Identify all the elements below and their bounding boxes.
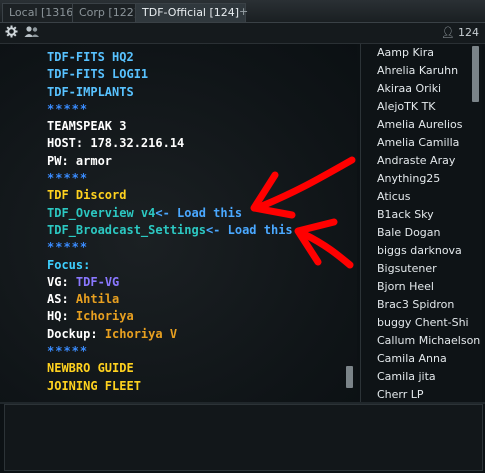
member-item[interactable]: Bjorn Heel bbox=[377, 278, 434, 296]
member-item[interactable]: Amelia Camilla bbox=[377, 134, 459, 152]
member-item[interactable]: Akiraa Oriki bbox=[377, 80, 441, 98]
focus-hq-label: HQ: bbox=[47, 309, 69, 324]
newbro-guide-link[interactable]: NEWBRO GUIDE bbox=[47, 360, 347, 377]
overview-link[interactable]: TDF_Overview v4 bbox=[47, 206, 155, 220]
channel-tab-bar: Local [1316] Corp [122] TDF-Official [12… bbox=[0, 0, 485, 23]
member-item[interactable]: AlejoTK TK bbox=[377, 98, 436, 116]
person-icon: 👤︎ bbox=[441, 26, 455, 39]
focus-as-label: AS: bbox=[47, 292, 69, 307]
member-item[interactable]: Camila jita bbox=[377, 368, 436, 386]
member-item[interactable]: Aticus bbox=[377, 188, 410, 206]
overview-note: <- Load this bbox=[155, 205, 243, 220]
member-item[interactable]: biggs darknova bbox=[377, 242, 462, 260]
focus-as-link[interactable]: Ahtila bbox=[76, 292, 119, 306]
chat-input[interactable] bbox=[4, 404, 483, 471]
focus-dockup-label: Dockup: bbox=[47, 326, 98, 341]
broadcast-settings-link[interactable]: TDF_Broadcast_Settings bbox=[47, 223, 206, 237]
broadcast-line: TDF_Broadcast_Settings<- Load this bbox=[47, 222, 347, 239]
people-icon[interactable] bbox=[24, 25, 40, 42]
chat-toolbar: 👤︎ 124 bbox=[0, 23, 485, 44]
member-item[interactable]: buggy Chent-Shi bbox=[377, 314, 469, 332]
focus-vg: VG: TDF-VG bbox=[47, 274, 347, 291]
member-item[interactable]: Cherr LP bbox=[377, 386, 424, 402]
member-count-value: 124 bbox=[458, 26, 479, 39]
member-item[interactable]: Andraste Aray bbox=[377, 152, 455, 170]
member-item[interactable]: Bale Dogan bbox=[377, 224, 441, 242]
focus-hq-link[interactable]: Ichoriya bbox=[76, 309, 134, 323]
focus-dockup-link[interactable]: Ichoriya V bbox=[105, 327, 177, 341]
member-list[interactable]: Aamp Kira Ahrelia Karuhn Akiraa Oriki Al… bbox=[360, 44, 482, 402]
chat-message-area[interactable]: TDF-FITS HQ2 TDF-FITS LOGI1 TDF-IMPLANTS… bbox=[0, 44, 357, 402]
member-item[interactable]: Amelia Aurelios bbox=[377, 116, 462, 134]
motd-text: TDF-FITS HQ2 TDF-FITS LOGI1 TDF-IMPLANTS… bbox=[47, 49, 347, 395]
link-fits-hq2[interactable]: TDF-FITS HQ2 bbox=[47, 49, 347, 66]
separator-line: ***** bbox=[47, 344, 89, 359]
link-fits-logi1[interactable]: TDF-FITS LOGI1 bbox=[47, 66, 347, 83]
teamspeak-host: HOST: 178.32.216.14 bbox=[47, 136, 185, 151]
link-implants[interactable]: TDF-IMPLANTS bbox=[47, 84, 347, 101]
focus-hq: HQ: Ichoriya bbox=[47, 308, 347, 325]
chat-scrollbar[interactable] bbox=[346, 366, 353, 388]
broadcast-note: <- Load this bbox=[205, 222, 293, 237]
discord-link[interactable]: TDF Discord bbox=[47, 187, 347, 204]
separator-line: ***** bbox=[47, 171, 89, 186]
member-list-scrollbar[interactable] bbox=[472, 46, 479, 102]
member-item[interactable]: Callum Michaelson bbox=[377, 332, 480, 350]
member-item[interactable]: B1ack Sky bbox=[377, 206, 434, 224]
separator-line: ***** bbox=[47, 240, 89, 255]
overview-line: TDF_Overview v4<- Load this bbox=[47, 205, 347, 222]
focus-as: AS: Ahtila bbox=[47, 291, 347, 308]
joining-fleet-link[interactable]: JOINING FLEET bbox=[47, 378, 347, 395]
member-count: 👤︎ 124 bbox=[441, 26, 479, 39]
focus-vg-label: VG: bbox=[47, 274, 69, 289]
focus-dockup: Dockup: Ichoriya V bbox=[47, 326, 347, 343]
gear-icon[interactable] bbox=[5, 25, 18, 42]
separator-line: ***** bbox=[47, 101, 89, 116]
member-item[interactable]: Anything25 bbox=[377, 170, 440, 188]
focus-heading: Focus: bbox=[47, 257, 91, 272]
add-tab-button[interactable]: + bbox=[233, 3, 254, 21]
member-item[interactable]: Bigsutener bbox=[377, 260, 437, 278]
member-item[interactable]: Ahrelia Karuhn bbox=[377, 62, 458, 80]
member-item[interactable]: Aamp Kira bbox=[377, 44, 434, 62]
teamspeak-password: PW: armor bbox=[47, 153, 113, 168]
member-item[interactable]: Brac3 Spidron bbox=[377, 296, 454, 314]
tab-tdf-official[interactable]: TDF-Official [124] bbox=[135, 3, 247, 22]
teamspeak-heading: TEAMSPEAK 3 bbox=[47, 119, 127, 134]
member-item[interactable]: Camila Anna bbox=[377, 350, 447, 368]
focus-vg-link[interactable]: TDF-VG bbox=[76, 275, 119, 289]
